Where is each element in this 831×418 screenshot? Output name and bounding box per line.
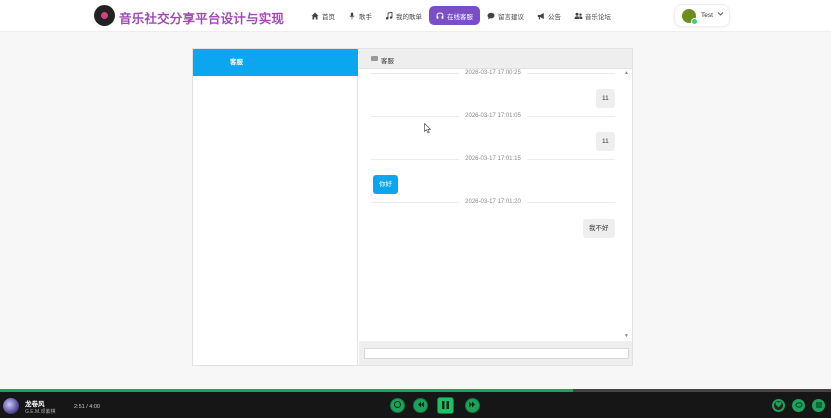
- message-list[interactable]: 2026-03-17 17:00:25 11 2026-03-17 17:01:…: [359, 69, 632, 341]
- play-mode-button[interactable]: [792, 399, 805, 412]
- home-icon: [311, 12, 319, 20]
- album-cover[interactable]: [3, 398, 19, 414]
- nav-label: 在线客服: [447, 13, 473, 21]
- mouse-cursor-icon: [424, 123, 432, 134]
- pause-button[interactable]: [437, 397, 454, 414]
- message-timestamp: 2026-03-17 17:01:05: [465, 113, 521, 119]
- pause-icon: [441, 400, 450, 412]
- music-note-icon: [385, 11, 393, 20]
- top-header: 音乐社交分享平台设计与实现 首页 歌手 我的歌单 在线客服 留言建议 公告 音乐…: [0, 0, 831, 32]
- nav-item-announcement[interactable]: 公告: [531, 6, 567, 25]
- nav-item-forum[interactable]: 音乐论坛: [568, 6, 617, 25]
- next-button[interactable]: [465, 398, 480, 413]
- nav-label: 歌手: [359, 13, 372, 21]
- loop-icon: [393, 400, 402, 411]
- message-input[interactable]: [364, 348, 629, 359]
- avatar: [682, 9, 698, 25]
- previous-button[interactable]: [413, 398, 428, 413]
- song-title: 龙卷风: [25, 401, 45, 408]
- nav-item-home[interactable]: 首页: [305, 6, 341, 25]
- chat-title: 客服: [381, 58, 394, 65]
- list-icon: [815, 401, 823, 411]
- contact-item-service[interactable]: 客服: [193, 49, 358, 76]
- nav-label: 留言建议: [498, 13, 524, 21]
- music-player-bar: 龙卷风 G.E.M.邓紫棋 2:51 / 4:00: [0, 392, 831, 418]
- message-timestamp: 2026-03-17 17:01:15: [465, 156, 521, 162]
- site-title[interactable]: 音乐社交分享平台设计与实现: [119, 8, 284, 27]
- contact-list: 客服: [193, 49, 358, 365]
- nav-label: 我的歌单: [396, 13, 422, 21]
- megaphone-icon: [537, 12, 545, 20]
- vinyl-logo-icon[interactable]: [94, 5, 115, 26]
- heart-button[interactable]: [772, 399, 785, 412]
- user-menu[interactable]: Test: [674, 4, 730, 27]
- users-icon: [574, 12, 583, 20]
- microphone-icon: [348, 12, 356, 20]
- chevron-down-icon: [717, 10, 724, 19]
- nav-label: 音乐论坛: [585, 13, 611, 21]
- message-bubble-mine: 11: [596, 132, 615, 151]
- message-timestamp: 2026-03-17 17:00:25: [465, 70, 521, 76]
- nav-item-online-service[interactable]: 在线客服: [429, 6, 480, 25]
- heart-icon: [775, 401, 782, 410]
- main-nav: 首页 歌手 我的歌单 在线客服 留言建议 公告 音乐论坛: [305, 6, 618, 25]
- user-name: Test: [701, 12, 713, 19]
- comment-icon: [487, 12, 495, 20]
- message-composer: [359, 341, 632, 365]
- playback-time: 2:51 / 4:00: [74, 404, 100, 410]
- headset-icon: [436, 12, 444, 20]
- nav-item-singers[interactable]: 歌手: [342, 6, 378, 25]
- message-bubble-mine: 我不好: [583, 219, 615, 238]
- message-bubble-mine: 11: [596, 89, 615, 108]
- contact-name: 客服: [230, 59, 243, 66]
- previous-icon: [416, 400, 425, 411]
- song-artist: G.E.M.邓紫棋: [25, 409, 56, 415]
- nav-item-my-playlist[interactable]: 我的歌单: [379, 6, 428, 25]
- message-timestamp: 2026-03-17 17:01:20: [465, 199, 521, 205]
- next-icon: [468, 400, 477, 411]
- chat-header: 客服: [359, 49, 632, 69]
- playlist-button[interactable]: [812, 399, 825, 412]
- scroll-up-arrow-icon[interactable]: ▲: [624, 70, 629, 76]
- repeat-icon: [795, 401, 803, 411]
- loop-button[interactable]: [390, 398, 405, 413]
- nav-item-feedback[interactable]: 留言建议: [481, 6, 530, 25]
- scroll-down-arrow-icon[interactable]: ▼: [624, 333, 629, 339]
- folder-icon: [371, 56, 378, 61]
- message-bubble-service: 你好: [373, 175, 398, 194]
- nav-label: 公告: [548, 13, 561, 21]
- nav-label: 首页: [322, 13, 335, 21]
- chat-panel: 客服 客服 2026-03-17 17:00:25 11 2026-03-17 …: [192, 48, 633, 366]
